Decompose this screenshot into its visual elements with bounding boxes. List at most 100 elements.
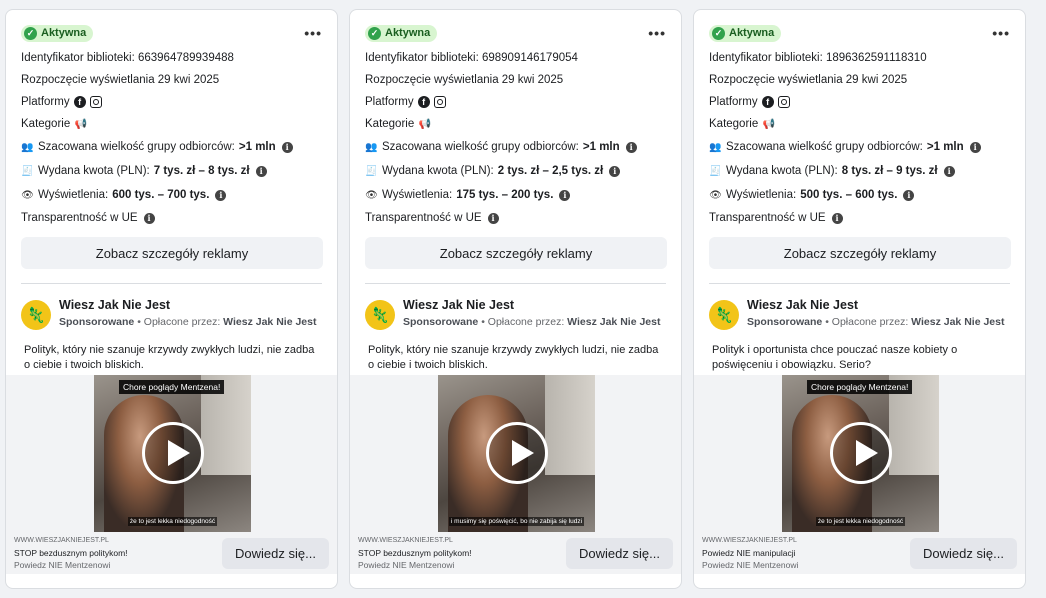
info-icon[interactable]: i bbox=[143, 212, 155, 224]
amount-spent: 🧾 Wydana kwota (PLN): 8 tys. zł – 9 tys.… bbox=[709, 159, 1010, 183]
views-value: 500 tys. – 600 tys. bbox=[800, 189, 898, 201]
info-icon[interactable]: i bbox=[903, 189, 915, 201]
more-options-icon[interactable]: ••• bbox=[304, 25, 322, 41]
categories: Kategorie 📢 bbox=[21, 113, 322, 135]
card-header: ✓ Aktywna ••• bbox=[709, 24, 1010, 42]
info-icon[interactable]: i bbox=[559, 189, 571, 201]
info-icon[interactable]: i bbox=[255, 165, 267, 177]
advertiser-header: 🦎 Wiesz Jak Nie Jest Sponsorowane • Opła… bbox=[350, 284, 681, 332]
facebook-icon: f bbox=[761, 96, 774, 108]
views-label: Wyświetlenia: bbox=[38, 189, 109, 201]
info-icon[interactable]: i bbox=[625, 141, 637, 153]
sponsored-line: Sponsorowane • Opłacone przez: Wiesz Jak… bbox=[403, 316, 660, 328]
instagram-icon bbox=[777, 96, 790, 108]
ad-video[interactable]: i musimy się poświęcić, bo nie zabija si… bbox=[438, 375, 595, 532]
ad-info: ✓ Aktywna ••• Identyfikator biblioteki: … bbox=[350, 10, 681, 269]
audience-label: Szacowana wielkość grupy odbiorców: bbox=[726, 141, 923, 153]
advertiser-name[interactable]: Wiesz Jak Nie Jest bbox=[403, 298, 660, 312]
info-icon[interactable]: i bbox=[831, 212, 843, 224]
views-label: Wyświetlenia: bbox=[382, 189, 453, 201]
ad-video[interactable]: Chore poglądy Mentzena! że to jest lekka… bbox=[782, 375, 939, 532]
play-icon[interactable] bbox=[830, 422, 892, 484]
impressions: 👁 Wyświetlenia: 600 tys. – 700 tys. i bbox=[21, 183, 322, 207]
video-caption-bottom: że to jest lekka niedogodność bbox=[94, 517, 251, 526]
learn-more-button[interactable]: Dowiedz się... bbox=[566, 537, 673, 569]
video-caption-bottom-text: że to jest lekka niedogodność bbox=[815, 517, 906, 526]
advertiser-avatar[interactable]: 🦎 bbox=[365, 300, 395, 330]
people-icon: 👥 bbox=[21, 141, 34, 153]
categories-label: Kategorie bbox=[365, 118, 415, 130]
link-description: Powiedz NIE Mentzenowi bbox=[702, 560, 799, 570]
link-title: Powiedz NIE manipulacji bbox=[702, 548, 796, 558]
eye-icon: 👁 bbox=[709, 189, 722, 201]
start-date: Rozpoczęcie wyświetlania 29 kwi 2025 bbox=[709, 69, 1010, 91]
sponsored-label: Sponsorowane bbox=[403, 316, 479, 328]
views-value: 175 tys. – 200 tys. bbox=[456, 189, 554, 201]
start-date: Rozpoczęcie wyświetlania 29 kwi 2025 bbox=[365, 69, 666, 91]
info-icon[interactable]: i bbox=[281, 141, 293, 153]
megaphone-icon: 📢 bbox=[762, 118, 775, 130]
sponsored-line: Sponsorowane • Opłacone przez: Wiesz Jak… bbox=[59, 316, 316, 328]
megaphone-icon: 📢 bbox=[74, 118, 87, 130]
play-icon[interactable] bbox=[142, 422, 204, 484]
info-icon[interactable]: i bbox=[943, 165, 955, 177]
ad-info: ✓ Aktywna ••• Identyfikator biblioteki: … bbox=[694, 10, 1025, 269]
impressions: 👁 Wyświetlenia: 500 tys. – 600 tys. i bbox=[709, 183, 1010, 207]
audience-size: 👥 Szacowana wielkość grupy odbiorców: >1… bbox=[365, 135, 666, 159]
library-id-text: Identyfikator biblioteki: 69890914617905… bbox=[365, 52, 578, 64]
ad-card: ✓ Aktywna ••• Identyfikator biblioteki: … bbox=[349, 9, 682, 589]
learn-more-button[interactable]: Dowiedz się... bbox=[222, 537, 329, 569]
status-label: Aktywna bbox=[385, 27, 431, 39]
video-caption-bottom-text: i musimy się poświęcić, bo nie zabija si… bbox=[448, 517, 585, 526]
more-options-icon[interactable]: ••• bbox=[648, 25, 666, 41]
advertiser-header: 🦎 Wiesz Jak Nie Jest Sponsorowane • Opła… bbox=[6, 284, 337, 332]
ad-body-text: Polityk, który nie szanuje krzywdy zwykł… bbox=[24, 344, 315, 371]
ad-body-text: Polityk, który nie szanuje krzywdy zwykł… bbox=[368, 344, 659, 371]
card-header: ✓ Aktywna ••• bbox=[21, 24, 322, 42]
platforms-label: Platformy bbox=[365, 96, 414, 108]
impressions: 👁 Wyświetlenia: 175 tys. – 200 tys. i bbox=[365, 183, 666, 207]
info-icon[interactable]: i bbox=[609, 165, 621, 177]
info-icon[interactable]: i bbox=[215, 189, 227, 201]
megaphone-icon: 📢 bbox=[418, 118, 431, 130]
ad-video[interactable]: Chore poglądy Mentzena! że to jest lekka… bbox=[94, 375, 251, 532]
amount-spent: 🧾 Wydana kwota (PLN): 2 tys. zł – 2,5 ty… bbox=[365, 159, 666, 183]
advertiser-name[interactable]: Wiesz Jak Nie Jest bbox=[747, 298, 1004, 312]
spend-label: Wydana kwota (PLN): bbox=[382, 165, 494, 177]
ad-media: i musimy się poświęcić, bo nie zabija si… bbox=[350, 375, 681, 532]
facebook-icon: f bbox=[417, 96, 430, 108]
audience-size: 👥 Szacowana wielkość grupy odbiorców: >1… bbox=[21, 135, 322, 159]
ad-footer: WWW.WIESZJAKNIEJEST.PL Powiedz NIE manip… bbox=[694, 532, 1025, 574]
amount-spent: 🧾 Wydana kwota (PLN): 7 tys. zł – 8 tys.… bbox=[21, 159, 322, 183]
link-preview[interactable]: WWW.WIESZJAKNIEJEST.PL STOP bezdusznym p… bbox=[358, 535, 472, 571]
play-icon[interactable] bbox=[486, 422, 548, 484]
see-ad-details-button[interactable]: Zobacz szczegóły reklamy bbox=[21, 237, 323, 269]
paid-by-label: • Opłacone przez: bbox=[825, 316, 909, 328]
categories: Kategorie 📢 bbox=[709, 113, 1010, 135]
ad-footer: WWW.WIESZJAKNIEJEST.PL STOP bezdusznym p… bbox=[350, 532, 681, 574]
see-ad-details-button[interactable]: Zobacz szczegóły reklamy bbox=[709, 237, 1011, 269]
video-caption-top: Chore poglądy Mentzena! bbox=[807, 380, 913, 394]
ad-body-text: Polityk i oportunista chce pouczać nasze… bbox=[712, 344, 958, 371]
learn-more-button[interactable]: Dowiedz się... bbox=[910, 537, 1017, 569]
audience-value: >1 mln bbox=[582, 141, 620, 153]
ad-info: ✓ Aktywna ••• Identyfikator biblioteki: … bbox=[6, 10, 337, 269]
status-badge: ✓ Aktywna bbox=[365, 24, 438, 42]
check-circle-icon: ✓ bbox=[368, 26, 381, 40]
audience-label: Szacowana wielkość grupy odbiorców: bbox=[38, 141, 235, 153]
advertiser-name[interactable]: Wiesz Jak Nie Jest bbox=[59, 298, 316, 312]
link-preview[interactable]: WWW.WIESZJAKNIEJEST.PL Powiedz NIE manip… bbox=[702, 535, 798, 571]
advertiser-avatar[interactable]: 🦎 bbox=[709, 300, 739, 330]
advertiser-avatar[interactable]: 🦎 bbox=[21, 300, 51, 330]
audience-label: Szacowana wielkość grupy odbiorców: bbox=[382, 141, 579, 153]
more-options-icon[interactable]: ••• bbox=[992, 25, 1010, 41]
receipt-icon: 🧾 bbox=[21, 165, 34, 177]
see-ad-details-button[interactable]: Zobacz szczegóły reklamy bbox=[365, 237, 667, 269]
categories-label: Kategorie bbox=[21, 118, 71, 130]
link-preview[interactable]: WWW.WIESZJAKNIEJEST.PL STOP bezdusznym p… bbox=[14, 535, 128, 571]
eu-transparency: Transparentność w UE i bbox=[365, 207, 666, 229]
instagram-icon bbox=[89, 96, 102, 108]
info-icon[interactable]: i bbox=[487, 212, 499, 224]
info-icon[interactable]: i bbox=[969, 141, 981, 153]
receipt-icon: 🧾 bbox=[709, 165, 722, 177]
